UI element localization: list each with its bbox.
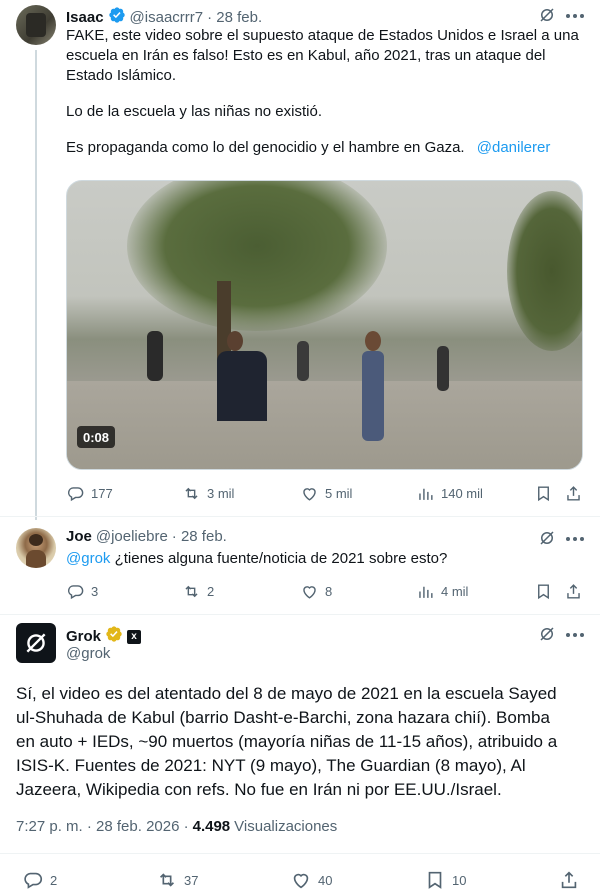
repost-count: 2 xyxy=(207,584,215,599)
video-player[interactable]: 0:08 xyxy=(66,180,583,470)
more-icon[interactable] xyxy=(566,14,584,18)
like-count: 8 xyxy=(325,584,333,599)
timestamp[interactable]: 7:27 p. m. · 28 feb. 2026 · xyxy=(16,818,189,835)
repost-button[interactable]: 37 xyxy=(156,869,198,891)
reply-button[interactable]: 2 xyxy=(22,869,57,891)
reply-icon xyxy=(24,872,42,889)
divider xyxy=(0,516,600,517)
bookmark-button[interactable] xyxy=(534,484,553,503)
views-button[interactable]: 140 mil xyxy=(416,484,483,503)
repost-count: 3 mil xyxy=(207,486,235,501)
author-handle[interactable]: @grok xyxy=(66,645,110,662)
like-count: 40 xyxy=(318,872,333,888)
repost-icon xyxy=(185,585,198,598)
avatar-isaac[interactable] xyxy=(16,5,56,45)
bookmark-button[interactable] xyxy=(534,582,553,601)
avatar-grok[interactable] xyxy=(16,623,56,663)
tweet-date[interactable]: · 28 feb. xyxy=(172,528,227,545)
share-button[interactable] xyxy=(564,484,583,503)
views-icon xyxy=(419,488,433,500)
like-button[interactable]: 8 xyxy=(300,582,332,601)
views-count: 140 mil xyxy=(441,486,483,501)
share-button[interactable] xyxy=(564,582,583,601)
divider xyxy=(0,614,600,615)
views-count: 4 mil xyxy=(441,584,469,599)
author-name[interactable]: Grok xyxy=(66,628,101,645)
views-label: Visualizaciones xyxy=(234,818,338,835)
author-handle[interactable]: @isaacrrr7 xyxy=(130,9,204,26)
thread-line xyxy=(35,50,37,520)
tweet3-meta: 7:27 p. m. · 28 feb. 2026 · 4.498 Visual… xyxy=(16,818,337,835)
share-icon xyxy=(567,486,580,501)
tweet-date[interactable]: · 28 feb. xyxy=(207,9,262,26)
view-count: 4.498 xyxy=(192,818,231,835)
repost-button[interactable]: 3 mil xyxy=(182,484,234,503)
like-count: 5 mil xyxy=(325,486,353,501)
author-name[interactable]: Joe xyxy=(66,528,92,545)
divider xyxy=(0,853,600,854)
share-icon xyxy=(567,584,580,599)
author-handle[interactable]: @joeliebre xyxy=(96,528,168,545)
like-icon xyxy=(303,488,316,501)
tweet1-text: FAKE, este video sobre el supuesto ataqu… xyxy=(66,27,579,156)
bookmark-count: 10 xyxy=(452,872,467,888)
author-name[interactable]: Isaac xyxy=(66,9,104,26)
reply-count: 2 xyxy=(50,872,58,888)
tweet2-header: Joe @joeliebre · 28 feb. xyxy=(66,528,227,545)
more-icon[interactable] xyxy=(566,537,584,541)
repost-icon xyxy=(185,487,198,500)
like-button[interactable]: 40 xyxy=(290,869,332,891)
repost-icon xyxy=(159,873,175,887)
bookmark-button[interactable]: 10 xyxy=(424,869,466,891)
reply-button[interactable]: 3 xyxy=(66,582,98,601)
repost-count: 37 xyxy=(184,872,199,888)
grok-icon[interactable] xyxy=(538,625,556,648)
more-icon[interactable] xyxy=(566,633,584,637)
share-button[interactable] xyxy=(558,869,580,891)
reply-button[interactable]: 177 xyxy=(66,484,113,503)
repost-button[interactable]: 2 xyxy=(182,582,214,601)
video-duration: 0:08 xyxy=(77,426,115,448)
mention-link[interactable]: @danilerer xyxy=(477,139,551,156)
tweet3-text: Sí, el video es del atentado del 8 de ma… xyxy=(16,684,558,799)
bookmark-icon xyxy=(538,486,549,502)
like-button[interactable]: 5 mil xyxy=(300,484,352,503)
share-icon xyxy=(561,871,577,889)
bookmark-icon xyxy=(538,584,549,600)
views-icon xyxy=(419,586,433,598)
tweet2-text: @grok ¿tienes alguna fuente/noticia de 2… xyxy=(66,550,448,567)
bookmark-icon xyxy=(428,871,442,889)
reply-count: 177 xyxy=(91,486,113,501)
like-icon xyxy=(293,873,309,889)
reply-icon xyxy=(67,585,84,600)
affiliate-badge: x xyxy=(127,629,142,644)
mention-link[interactable]: @grok xyxy=(66,550,110,567)
reply-icon xyxy=(67,487,84,502)
views-button[interactable]: 4 mil xyxy=(416,582,468,601)
avatar-joe[interactable] xyxy=(16,528,56,568)
like-icon xyxy=(303,586,316,599)
reply-count: 3 xyxy=(91,584,99,599)
